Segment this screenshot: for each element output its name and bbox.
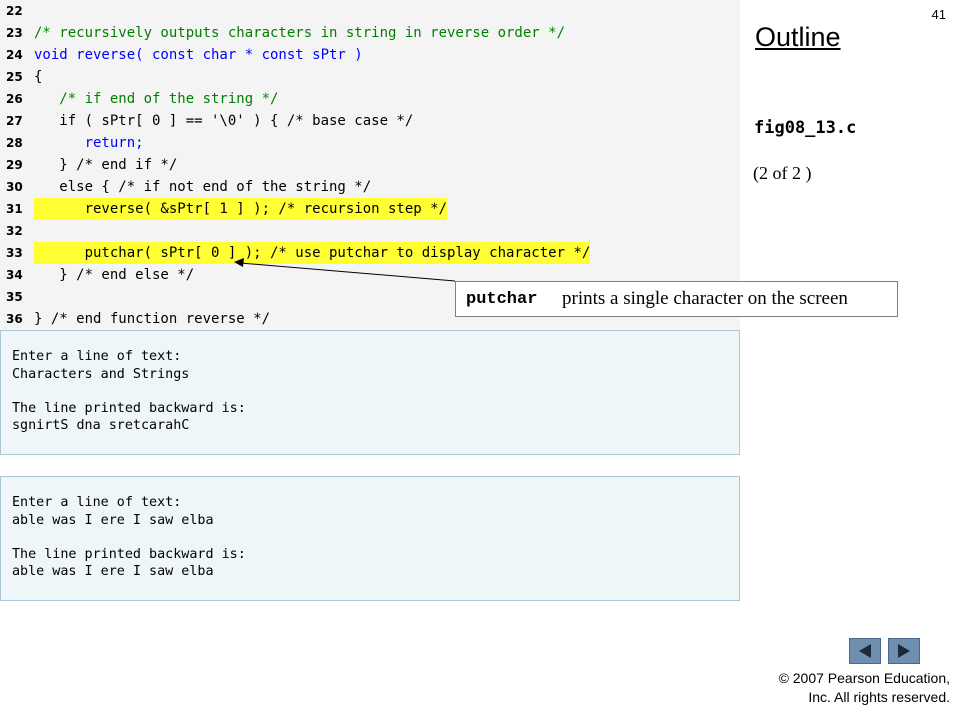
code-line: 24 void reverse( const char * const sPtr…: [0, 44, 740, 66]
code-text: } /* end function reverse */: [34, 311, 271, 327]
line-number: 26: [6, 92, 23, 106]
code-line-highlighted: 33 putchar( sPtr[ 0 ] ); /* use putchar …: [0, 242, 740, 264]
code-text: {: [34, 69, 43, 85]
triangle-right-icon: [898, 644, 910, 658]
line-number: 35: [6, 290, 23, 304]
output-line: Enter a line of text:: [12, 349, 182, 364]
code-text: } /* end if */: [34, 157, 178, 173]
code-line: 28 return;: [0, 132, 740, 154]
output-line: able was I ere I saw elba: [12, 564, 214, 579]
output-line: The line printed backward is:: [12, 401, 246, 416]
line-number: 29: [6, 158, 23, 172]
code-line: 23 /* recursively outputs characters in …: [0, 22, 740, 44]
next-slide-button[interactable]: [888, 638, 920, 664]
page-indicator: (2 of 2 ): [753, 163, 812, 183]
code-text: putchar( sPtr[ 0 ] ); /* use putchar to …: [34, 242, 591, 264]
line-number: 24: [6, 48, 23, 62]
callout-text: prints a single character on the screen: [562, 288, 848, 309]
line-number: 22: [6, 4, 23, 18]
code-line: 32: [0, 220, 740, 242]
code-text: } /* end else */: [34, 267, 195, 283]
output-line: able was I ere I saw elba: [12, 513, 214, 528]
output-line: sgnirtS dna sretcarahC: [12, 418, 190, 433]
line-number: 34: [6, 268, 23, 282]
output-line: The line printed backward is:: [12, 547, 246, 562]
code-line: 29 } /* end if */: [0, 154, 740, 176]
line-number: 25: [6, 70, 23, 84]
previous-slide-button[interactable]: [849, 638, 881, 664]
outline-title[interactable]: Outline: [755, 22, 841, 53]
output-line: Enter a line of text:: [12, 495, 182, 510]
output-line: Characters and Strings: [12, 367, 190, 382]
program-output-1: Enter a line of text: Characters and Str…: [0, 330, 740, 455]
copyright: © 2007 Pearson Education, Inc. All right…: [779, 669, 950, 707]
code-text: /* if end of the string */: [34, 91, 279, 107]
figure-name: fig08_13.c: [754, 118, 857, 138]
copyright-line: © 2007 Pearson Education,: [778, 670, 950, 686]
slide-number: 41: [931, 7, 946, 22]
code-text: if ( sPtr[ 0 ] == '\0' ) { /* base case …: [34, 113, 414, 129]
code-text: /* recursively outputs characters in str…: [34, 25, 566, 41]
copyright-line: Inc. All rights reserved.: [808, 689, 950, 705]
line-number: 30: [6, 180, 23, 194]
line-number: 27: [6, 114, 23, 128]
callout-box: putchar prints a single character on the…: [455, 281, 898, 317]
code-line: 25 {: [0, 66, 740, 88]
triangle-left-icon: [859, 644, 871, 658]
code-line: 30 else { /* if not end of the string */: [0, 176, 740, 198]
code-line-highlighted: 31 reverse( &sPtr[ 1 ] ); /* recursion s…: [0, 198, 740, 220]
line-number: 31: [6, 202, 23, 216]
line-number: 23: [6, 26, 23, 40]
code-line: 27 if ( sPtr[ 0 ] == '\0' ) { /* base ca…: [0, 110, 740, 132]
code-text: else { /* if not end of the string */: [34, 179, 372, 195]
code-text: return;: [34, 135, 144, 151]
code-line: 26 /* if end of the string */: [0, 88, 740, 110]
line-number: 28: [6, 136, 23, 150]
line-number: 32: [6, 224, 23, 238]
line-number: 33: [6, 246, 23, 260]
code-text: reverse( &sPtr[ 1 ] ); /* recursion step…: [34, 198, 448, 220]
line-number: 36: [6, 312, 23, 326]
code-text: void reverse( const char * const sPtr ): [34, 47, 363, 63]
program-output-2: Enter a line of text: able was I ere I s…: [0, 476, 740, 601]
callout-code: putchar: [466, 290, 538, 309]
code-line: 22: [0, 0, 740, 22]
